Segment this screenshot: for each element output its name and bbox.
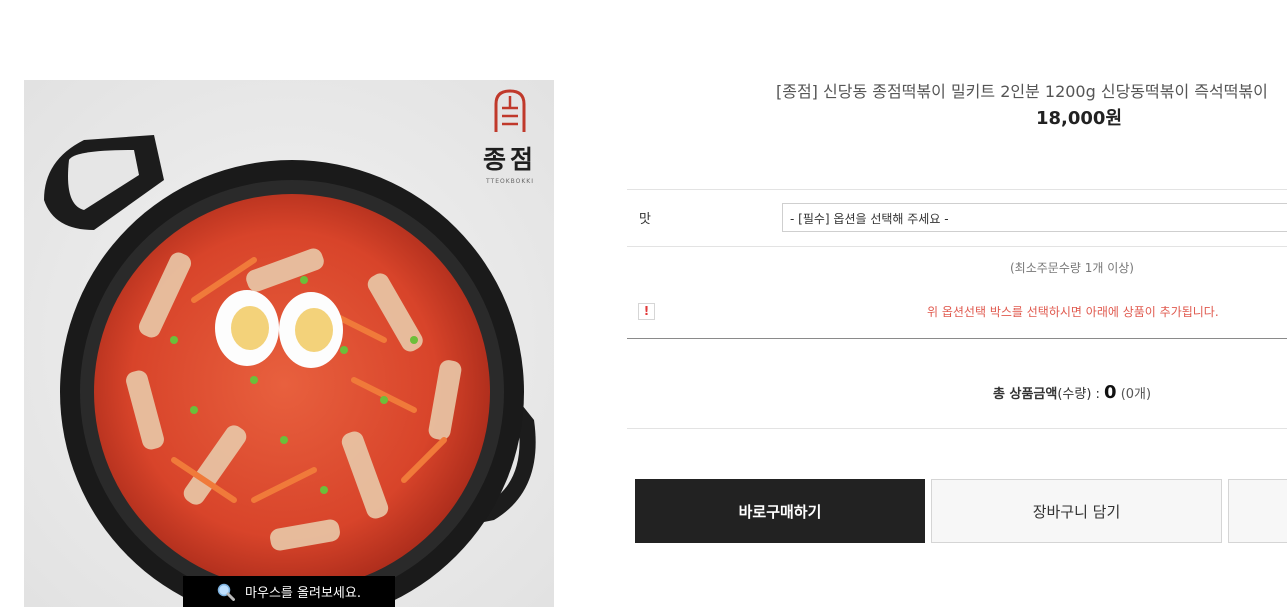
min-quantity-notice: (최소주문수량 1개 이상) bbox=[1010, 261, 1134, 275]
divider bbox=[627, 246, 1287, 247]
brand-logo-subtext: TTEOKBOKKI bbox=[485, 178, 535, 185]
total-price-row: 총 상품금액(수량) : 0 (0개) bbox=[993, 382, 1151, 403]
option-label-taste: 맛 bbox=[639, 212, 651, 227]
total-price-amount: 0 bbox=[1104, 382, 1117, 403]
total-quantity-count: (0개) bbox=[1116, 387, 1152, 402]
brand-logo-text: 종점 bbox=[482, 145, 537, 174]
total-price-label: 총 상품금액 bbox=[993, 387, 1058, 402]
product-title: [종점] 신당동 종점떡볶이 밀키트 2인분 1200g 신당동떡볶이 즉석떡볶… bbox=[776, 82, 1268, 101]
product-price: 18,000원 bbox=[1036, 108, 1123, 129]
brand-logo: 종점 TTEOKBOKKI bbox=[470, 88, 550, 185]
divider bbox=[627, 428, 1287, 429]
zoom-hint-text: 마우스를 올려보세요. bbox=[245, 586, 361, 601]
magnifier-icon bbox=[217, 583, 236, 601]
divider bbox=[627, 338, 1287, 339]
wishlist-button[interactable] bbox=[1228, 479, 1287, 543]
zoom-hint-banner[interactable]: 마우스를 올려보세요. bbox=[183, 576, 395, 607]
buy-now-button[interactable]: 바로구매하기 bbox=[635, 479, 925, 543]
brand-emblem-icon bbox=[494, 89, 526, 132]
divider bbox=[627, 189, 1287, 190]
total-price-label-suffix: (수량) : bbox=[1057, 387, 1105, 402]
option-select-taste[interactable]: - [필수] 옵션을 선택해 주세요 - bbox=[782, 203, 1287, 232]
add-to-cart-button[interactable]: 장바구니 담기 bbox=[931, 479, 1222, 543]
option-guide-text: 위 옵션선택 박스를 선택하시면 아래에 상품이 추가됩니다. bbox=[927, 305, 1219, 319]
warning-icon: ! bbox=[638, 303, 655, 320]
